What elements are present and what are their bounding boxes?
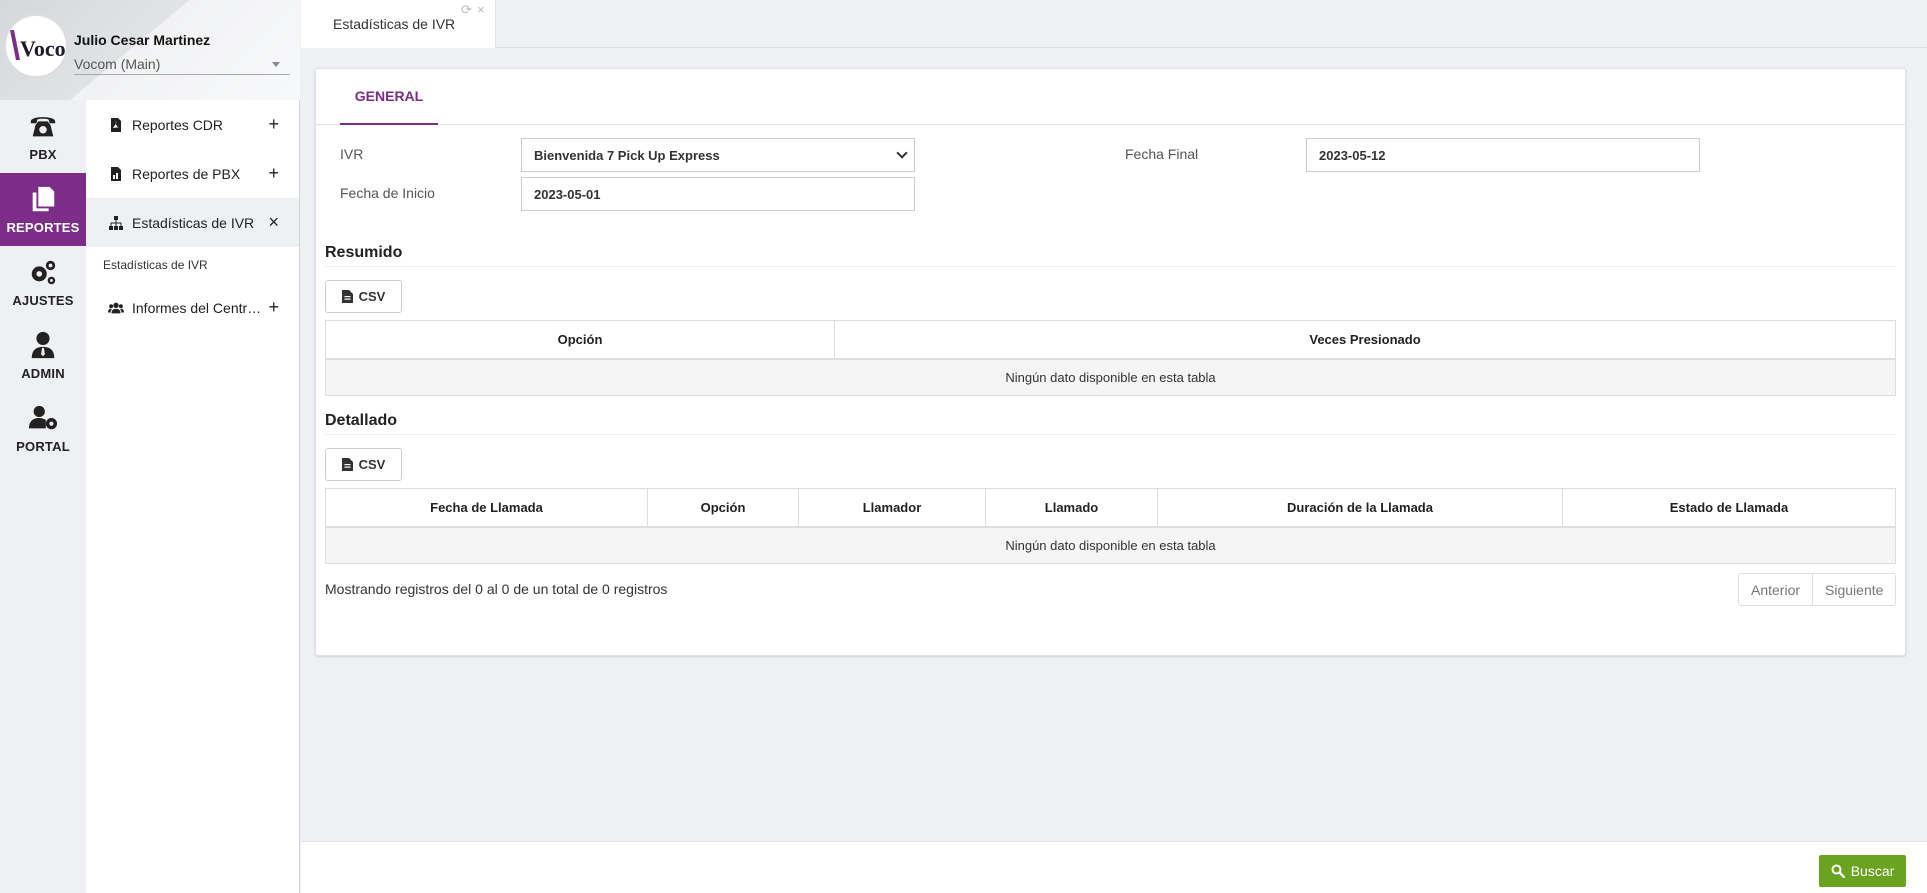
end-date-field[interactable]: 2023-05-12 bbox=[1306, 138, 1700, 172]
start-date-value: 2023-05-01 bbox=[534, 186, 601, 202]
user-name: Julio Cesar Martinez bbox=[74, 32, 211, 48]
column-header-llamador[interactable]: Llamador bbox=[798, 488, 986, 528]
search-button[interactable]: Buscar bbox=[1819, 855, 1906, 887]
users-icon bbox=[108, 300, 124, 316]
column-header-duracion[interactable]: Duración de la Llamada bbox=[1157, 488, 1563, 528]
records-info: Mostrando registros del 0 al 0 de un tot… bbox=[325, 581, 668, 597]
next-page-button[interactable]: Siguiente bbox=[1812, 574, 1896, 605]
expand-icon[interactable]: + bbox=[268, 297, 279, 318]
caret-down-icon bbox=[272, 62, 280, 67]
column-header-opcion[interactable]: Opción bbox=[647, 488, 799, 528]
column-header-fecha-llamada[interactable]: Fecha de Llamada bbox=[325, 488, 648, 528]
organization-value: Vocom (Main) bbox=[74, 56, 161, 72]
ivr-select-value: Bienvenida 7 Pick Up Express bbox=[534, 147, 720, 163]
rail-label: PORTAL bbox=[16, 439, 70, 454]
pagination: Anterior Siguiente bbox=[1738, 573, 1897, 606]
start-date-field[interactable]: 2023-05-01 bbox=[521, 177, 915, 211]
end-date-label: Fecha Final bbox=[1125, 146, 1199, 162]
vocom-logo-icon: Vocom bbox=[10, 30, 66, 61]
empty-table-message: Ningún dato disponible en esta tabla bbox=[325, 526, 1896, 564]
rail-item-pbx[interactable]: PBX bbox=[0, 100, 86, 173]
end-date-value: 2023-05-12 bbox=[1319, 147, 1386, 163]
close-icon[interactable]: × bbox=[268, 212, 279, 233]
ivr-select[interactable]: Bienvenida 7 Pick Up Express bbox=[521, 138, 915, 172]
resumido-table: Opción Veces Presionado Ningún dato disp… bbox=[325, 320, 1896, 396]
rail-label: AJUSTES bbox=[12, 293, 74, 308]
close-tab-icon[interactable]: × bbox=[477, 2, 485, 17]
column-header-veces-presionado[interactable]: Veces Presionado bbox=[834, 320, 1896, 360]
organization-select[interactable]: Vocom (Main) bbox=[74, 56, 290, 75]
footer-bar: Buscar bbox=[301, 841, 1927, 893]
phone-icon bbox=[30, 117, 56, 137]
pdf-file-icon bbox=[108, 117, 124, 133]
column-header-opcion[interactable]: Opción bbox=[325, 320, 835, 360]
avatar: Vocom bbox=[4, 14, 68, 78]
module-rail: PBX REPORTES AJUSTES ADMIN PORTAL bbox=[0, 100, 86, 893]
rail-item-reportes[interactable]: REPORTES bbox=[0, 173, 86, 246]
table-header-row: Fecha de Llamada Opción Llamador Llamado… bbox=[325, 488, 1896, 528]
documents-icon bbox=[32, 186, 55, 212]
section-divider bbox=[325, 434, 1896, 435]
submenu-item-informes-centro[interactable]: Informes del Centro de Llamadas + bbox=[86, 283, 299, 332]
reports-submenu: Reportes CDR + Reportes de PBX + Estadís… bbox=[86, 100, 300, 893]
submenu-item-reportes-cdr[interactable]: Reportes CDR + bbox=[86, 100, 299, 149]
user-gear-icon bbox=[28, 405, 58, 430]
submenu-item-label: Reportes CDR bbox=[132, 116, 224, 133]
ivr-stats-card: GENERAL IVR Bienvenida 7 Pick Up Express… bbox=[315, 68, 1906, 656]
chevron-down-icon bbox=[896, 147, 908, 159]
table-row: Ningún dato disponible en esta tabla bbox=[325, 526, 1896, 564]
profile-header: Vocom Julio Cesar Martinez Vocom (Main) bbox=[0, 0, 300, 100]
rail-item-portal[interactable]: PORTAL bbox=[0, 392, 86, 465]
submenu-item-label: Informes del Centro de Llamadas bbox=[132, 299, 268, 316]
rail-label: ADMIN bbox=[21, 366, 65, 381]
file-icon bbox=[341, 458, 353, 471]
submenu-item-label: Estadísticas de IVR bbox=[132, 214, 255, 231]
detallado-table: Fecha de Llamada Opción Llamador Llamado… bbox=[325, 488, 1896, 564]
card-tabs: GENERAL bbox=[316, 69, 1905, 125]
tab-estadisticas-ivr[interactable]: Estadísticas de IVR ⟳ × bbox=[301, 0, 496, 48]
previous-page-button[interactable]: Anterior bbox=[1739, 574, 1813, 605]
submenu-item-estadisticas-ivr[interactable]: Estadísticas de IVR × bbox=[86, 198, 299, 247]
submenu-item-reportes-pbx[interactable]: Reportes de PBX + bbox=[86, 149, 299, 198]
tab-title: Estadísticas de IVR bbox=[333, 16, 456, 32]
gears-icon bbox=[31, 260, 56, 285]
search-icon bbox=[1831, 864, 1845, 878]
section-divider bbox=[325, 266, 1896, 267]
rail-label: PBX bbox=[29, 147, 57, 162]
tab-general[interactable]: GENERAL bbox=[340, 69, 438, 125]
column-header-estado[interactable]: Estado de Llamada bbox=[1562, 488, 1896, 528]
submenu-item-label: Reportes de PBX bbox=[132, 165, 241, 182]
user-tie-icon bbox=[31, 331, 55, 359]
search-button-label: Buscar bbox=[1850, 863, 1895, 879]
table-row: Ningún dato disponible en esta tabla bbox=[325, 358, 1896, 396]
refresh-icon[interactable]: ⟳ bbox=[461, 2, 472, 18]
start-date-label: Fecha de Inicio bbox=[340, 185, 435, 201]
csv-export-detallado-button[interactable]: CSV bbox=[325, 448, 402, 481]
csv-label: CSV bbox=[358, 289, 386, 304]
section-title-detallado: Detallado bbox=[325, 412, 398, 429]
file-chart-icon bbox=[108, 166, 124, 182]
expand-icon[interactable]: + bbox=[268, 114, 279, 135]
rail-label: REPORTES bbox=[6, 220, 80, 235]
empty-table-message: Ningún dato disponible en esta tabla bbox=[325, 358, 1896, 396]
svg-text:Vocom: Vocom bbox=[20, 36, 66, 61]
submenu-subitem-estadisticas-ivr[interactable]: Estadísticas de IVR bbox=[86, 247, 299, 283]
ivr-label: IVR bbox=[340, 146, 364, 162]
csv-label: CSV bbox=[358, 457, 386, 472]
tab-bar: Estadísticas de IVR ⟳ × bbox=[301, 0, 1927, 48]
rail-item-ajustes[interactable]: AJUSTES bbox=[0, 246, 86, 319]
rail-item-admin[interactable]: ADMIN bbox=[0, 319, 86, 392]
csv-export-resumido-button[interactable]: CSV bbox=[325, 280, 402, 313]
section-title-resumido: Resumido bbox=[325, 244, 403, 261]
column-header-llamado[interactable]: Llamado bbox=[985, 488, 1158, 528]
table-header-row: Opción Veces Presionado bbox=[325, 320, 1896, 360]
expand-icon[interactable]: + bbox=[268, 163, 279, 184]
file-icon bbox=[341, 290, 353, 303]
sitemap-icon bbox=[108, 215, 124, 231]
